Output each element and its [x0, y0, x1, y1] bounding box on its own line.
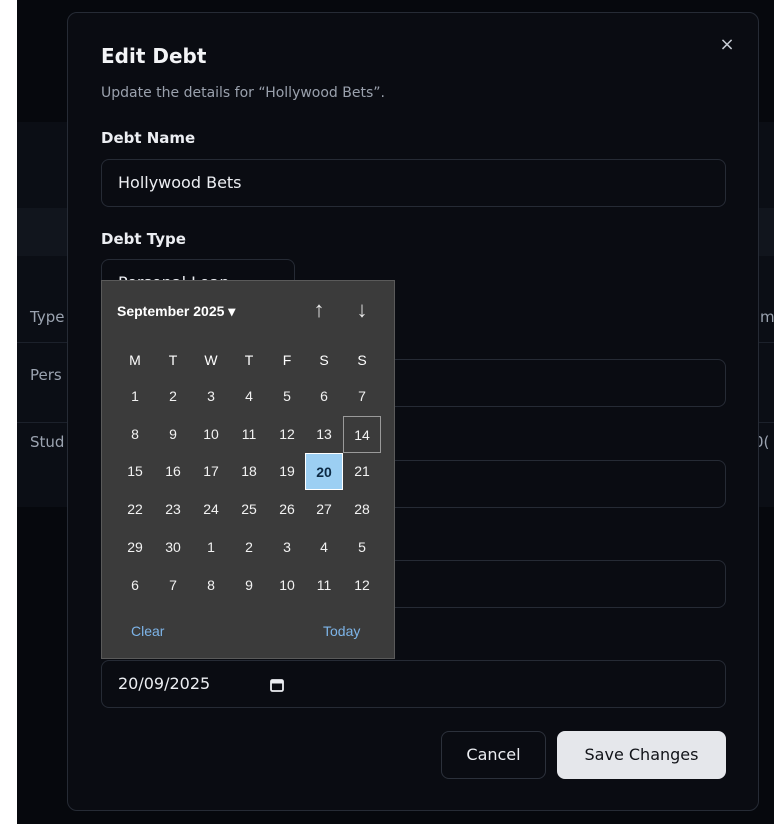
- date-picker-popup: September 2025 ▾ ↑ ↓ MTWTFSS 1 2 3 4 5 6 7 8 9 10…: [101, 280, 395, 659]
- date-input[interactable]: 20/09/2025: [101, 660, 726, 708]
- calendar-day[interactable]: 2: [230, 529, 268, 566]
- weekday-header: M: [129, 352, 141, 368]
- calendar-day[interactable]: 1: [192, 529, 230, 566]
- calendar-day[interactable]: 11: [305, 567, 343, 604]
- calendar-day[interactable]: 17: [192, 453, 230, 490]
- calendar-day[interactable]: 4: [230, 378, 268, 415]
- calendar-day[interactable]: 12: [268, 416, 306, 453]
- calendar-day[interactable]: 5: [268, 378, 306, 415]
- today-link[interactable]: Today: [323, 623, 360, 639]
- save-changes-button[interactable]: Save Changes: [557, 731, 726, 779]
- calendar-day[interactable]: 16: [154, 453, 192, 490]
- close-icon[interactable]: ×: [716, 34, 738, 56]
- calendar-day[interactable]: 15: [116, 453, 154, 490]
- weekday-header: W: [204, 352, 218, 368]
- background-cell: m: [760, 308, 774, 326]
- calendar-day[interactable]: 22: [116, 491, 154, 528]
- calendar-day[interactable]: 8: [116, 416, 154, 453]
- background-cell: Pers: [30, 366, 62, 384]
- calendar-day[interactable]: 1: [116, 378, 154, 415]
- selected-day[interactable]: 20: [305, 453, 343, 490]
- calendar-day[interactable]: 24: [192, 491, 230, 528]
- debt-name-label: Debt Name: [101, 129, 196, 147]
- calendar-icon[interactable]: [269, 677, 285, 693]
- calendar-day[interactable]: 29: [116, 529, 154, 566]
- calendar-day[interactable]: 30: [154, 529, 192, 566]
- calendar-day[interactable]: 18: [230, 453, 268, 490]
- calendar-day[interactable]: 25: [230, 491, 268, 528]
- next-month-arrow-icon[interactable]: ↓: [349, 297, 375, 323]
- calendar-day[interactable]: 4: [305, 529, 343, 566]
- calendar-day[interactable]: 9: [230, 567, 268, 604]
- month-year-selector[interactable]: September 2025 ▾: [117, 303, 235, 320]
- dialog-title: Edit Debt: [101, 44, 207, 68]
- calendar-day[interactable]: 3: [192, 378, 230, 415]
- calendar-day[interactable]: 10: [192, 416, 230, 453]
- calendar-day[interactable]: 23: [154, 491, 192, 528]
- calendar-day[interactable]: 5: [343, 529, 381, 566]
- calendar-day[interactable]: 11: [230, 416, 268, 453]
- calendar-day[interactable]: 13: [305, 416, 343, 453]
- calendar-day[interactable]: 6: [116, 567, 154, 604]
- weekday-header: F: [282, 352, 292, 368]
- calendar-day[interactable]: 27: [305, 491, 343, 528]
- calendar-day[interactable]: 10: [268, 567, 306, 604]
- calendar-day[interactable]: 8: [192, 567, 230, 604]
- debt-type-label: Debt Type: [101, 230, 186, 248]
- date-input-value: 20/09/2025: [118, 674, 211, 693]
- calendar-day[interactable]: 12: [343, 567, 381, 604]
- weekday-header: S: [357, 352, 367, 368]
- calendar-day[interactable]: 9: [154, 416, 192, 453]
- clear-date-link[interactable]: Clear: [131, 623, 164, 639]
- cancel-button[interactable]: Cancel: [441, 731, 546, 779]
- calendar-day[interactable]: 26: [268, 491, 306, 528]
- calendar-day[interactable]: 7: [343, 378, 381, 415]
- dialog-subtitle: Update the details for “Hollywood Bets”.: [101, 85, 385, 101]
- calendar-day[interactable]: 28: [343, 491, 381, 528]
- background-col-type: Type: [30, 308, 65, 326]
- calendar-day[interactable]: 3: [268, 529, 306, 566]
- calendar-day[interactable]: 21: [343, 453, 381, 490]
- calendar-day[interactable]: 6: [305, 378, 343, 415]
- calendar-day[interactable]: 14: [343, 416, 381, 453]
- calendar-day[interactable]: 19: [268, 453, 306, 490]
- calendar-day[interactable]: 2: [154, 378, 192, 415]
- background-cell: Stud: [30, 433, 65, 451]
- weekday-header: S: [319, 352, 329, 368]
- debt-name-input[interactable]: Hollywood Bets: [101, 159, 726, 207]
- calendar-day[interactable]: 7: [154, 567, 192, 604]
- previous-month-arrow-icon[interactable]: ↑: [306, 297, 332, 323]
- weekday-header: T: [244, 352, 254, 368]
- weekday-header: T: [168, 352, 178, 368]
